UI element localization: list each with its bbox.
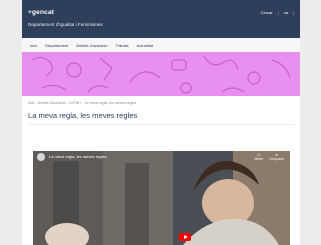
nav-item-areas[interactable]: Àmbits d'actuació [76, 43, 107, 48]
page-title: La meva regla, les meves regles [28, 111, 138, 120]
nav-item-procedures[interactable]: Tràmits [115, 43, 128, 48]
youtube-play-button[interactable] [179, 233, 191, 241]
header-separator: | [277, 10, 279, 15]
main-nav: Inici Departament Àmbits d'actuació Tràm… [22, 38, 300, 53]
hero-banner [22, 52, 300, 96]
gencat-logo[interactable]: +gencat [28, 9, 54, 16]
site-header: +gencat Departament d'Igualtat i Feminis… [22, 0, 300, 38]
header-separator: | [292, 10, 294, 15]
video-thumbnail [33, 151, 290, 245]
breadcrumb[interactable]: Inici · Àmbits d'actuació · LGTBI+ · Le … [28, 101, 136, 105]
nav-item-home[interactable]: Inici [30, 43, 37, 48]
share-label: Compartir [269, 157, 284, 161]
page: +gencat Departament d'Igualtat i Feminis… [22, 0, 300, 245]
channel-avatar[interactable] [37, 153, 45, 161]
video-player[interactable]: La meva regla, les meves regles ◷ Veure … [33, 151, 290, 245]
nav-item-department[interactable]: Departament [45, 43, 68, 48]
header-links: Cercar | ca | [261, 10, 294, 15]
watch-later-label: Veure [254, 157, 264, 161]
department-name[interactable]: Departament d'Igualtat i Feminismes [28, 22, 103, 27]
banner-pattern [31, 55, 291, 94]
divider [28, 124, 294, 125]
nav-item-news[interactable]: Actualitat [137, 43, 153, 48]
watch-later-button[interactable]: ◷ Veure [254, 153, 263, 161]
language-link[interactable]: ca [284, 10, 288, 15]
video-actions: ◷ Veure ➦ Compartir [254, 153, 284, 161]
search-link[interactable]: Cercar [261, 10, 273, 15]
share-button[interactable]: ➦ Compartir [269, 153, 284, 161]
video-title[interactable]: La meva regla, les meves regles [49, 154, 107, 159]
